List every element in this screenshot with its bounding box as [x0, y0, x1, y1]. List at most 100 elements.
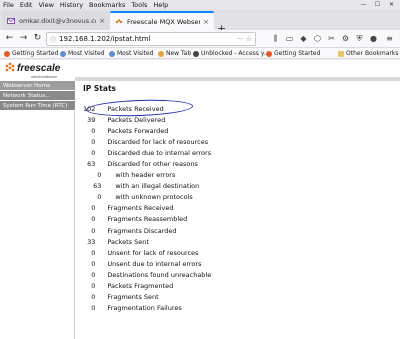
stat-label: Packets Sent [107, 237, 149, 246]
maximize-button[interactable]: ☐ [371, 0, 384, 9]
stat-row: 0 Destinations found unreachable [83, 269, 211, 280]
stat-value: 0 [91, 259, 96, 268]
bookmark-unblocked[interactable]: Unblocked - Access y... [193, 49, 269, 58]
gear-icon [109, 50, 115, 57]
ip-stats-table: 102 Packets Received 39 Packets Delivered 0 P… [83, 103, 211, 314]
stat-value: 0 [91, 270, 96, 279]
stat-row: 0 Unsent for lack of resources [83, 247, 211, 258]
page-actions-icon[interactable]: ··· [237, 35, 243, 43]
bookmark-label: Getting Started [12, 50, 59, 57]
stat-value: 63 [93, 182, 102, 191]
bookmark-label: Most Visited [68, 50, 105, 57]
minimize-button[interactable]: — [357, 0, 370, 9]
globe-icon [193, 50, 199, 57]
stat-row: 0 Unsent due to internal errors [83, 258, 211, 269]
extension-icon[interactable]: ◆ [298, 33, 309, 44]
stat-label: Fragments Reassembled [107, 215, 188, 224]
info-icon[interactable]: ⓘ [50, 35, 56, 44]
star-icon [158, 50, 164, 57]
nav-toolbar: ← → ↻ ⓘ 192.168.1.202/ipstat.html ··· ☆ … [0, 30, 400, 48]
stat-row: 0 Packets Fragmented [83, 281, 211, 292]
screenshot-icon[interactable]: ✂ [326, 33, 337, 44]
stat-value: 33 [87, 237, 96, 246]
sidebar-item-system-run-time[interactable]: System Run Time (RTC) [0, 101, 75, 111]
stat-value: 0 [91, 282, 96, 291]
freescale-logo: freescale semiconductor [3, 61, 73, 81]
bookmark-star-icon[interactable]: ☆ [246, 35, 252, 43]
stat-row: 0 Packets Forwarded [83, 125, 211, 136]
stat-label: Destinations found unreachable [107, 270, 212, 279]
stat-label: with header errors [115, 171, 176, 180]
bookmark-most-visited[interactable]: Most Visited [109, 49, 154, 58]
account-icon[interactable]: ● [368, 33, 379, 44]
stat-label: Discarded for other reasons [107, 160, 198, 169]
reload-icon[interactable]: ↻ [32, 33, 43, 44]
menu-bookmarks[interactable]: Bookmarks [89, 1, 125, 9]
stat-value: 39 [87, 115, 96, 124]
url-bar[interactable]: ⓘ 192.168.1.202/ipstat.html ··· ☆ [46, 32, 256, 46]
hamburger-menu-icon[interactable]: ≡ [384, 33, 395, 44]
bookmarks-bar: Getting Started Most Visited Most Visite… [0, 48, 400, 59]
stat-value: 0 [91, 137, 96, 146]
stat-label: Unsent due to internal errors [107, 259, 202, 268]
pocket-icon[interactable]: ⬡ [312, 33, 323, 44]
bookmark-label: Most Visited [117, 50, 154, 57]
other-bookmarks[interactable]: Other Bookmarks [338, 49, 398, 58]
tab-freescale-title: Freescale MQX Webserver [127, 17, 200, 26]
stat-row: 0 Fragments Reassembled [83, 214, 211, 225]
stat-label: Packets Forwarded [107, 126, 169, 135]
forward-icon[interactable]: → [18, 33, 29, 44]
close-tab-icon[interactable]: × [99, 17, 105, 25]
logo-text: freescale [17, 63, 61, 74]
stat-value: 0 [91, 304, 96, 313]
menu-tools[interactable]: Tools [131, 1, 147, 9]
sidebar-icon[interactable]: ▭ [284, 33, 295, 44]
menu-edit[interactable]: Edit [20, 1, 33, 9]
menu-bar: File Edit View History Bookmarks Tools H… [0, 0, 400, 9]
logo-subtext: semiconductor [31, 74, 58, 79]
stat-label: Fragments Received [107, 204, 174, 213]
stat-value: 0 [91, 293, 96, 302]
header-divider [75, 77, 400, 81]
stat-row: 0 with header errors [83, 170, 211, 181]
menu-help[interactable]: Help [153, 1, 168, 9]
stat-value: 0 [91, 226, 96, 235]
stat-label: Fragments Sent [107, 293, 159, 302]
stat-value: 63 [87, 160, 96, 169]
stat-value: 0 [97, 193, 102, 202]
bookmark-new-tab[interactable]: New Tab [158, 49, 191, 58]
shield-icon[interactable]: ⛨ [354, 33, 365, 44]
bookmark-getting-started[interactable]: Getting Started [266, 49, 320, 58]
stat-row: 0 Discarded due to internal errors [83, 147, 211, 158]
sidebar-item-network-status[interactable]: Network Status... [0, 91, 75, 101]
close-tab-icon[interactable]: × [203, 18, 209, 26]
stat-label: Fragments Discarded [107, 226, 177, 235]
ip-stats-body: 102 Packets Received 39 Packets Delivered 0 P… [83, 103, 211, 314]
library-icon[interactable]: ⫼ [270, 33, 281, 44]
mail-icon [7, 17, 15, 24]
main-content: IP Stats 102 Packets Received 39 Packets De… [83, 84, 393, 314]
bookmark-getting-started[interactable]: Getting Started [4, 49, 58, 58]
menu-view[interactable]: View [38, 1, 53, 9]
webpage: freescale semiconductor Webserver Home N… [0, 60, 400, 339]
stat-row: 0 Fragments Discarded [83, 225, 211, 236]
stat-value: 0 [91, 204, 96, 213]
tab-freescale[interactable]: Freescale MQX Webserver × [110, 11, 214, 30]
gear-icon[interactable]: ⚙ [340, 33, 351, 44]
bookmark-most-visited[interactable]: Most Visited [60, 49, 105, 58]
back-icon[interactable]: ← [4, 33, 15, 44]
tab-mail-title: omkar.dixit@v3novus.com - Y [19, 16, 96, 25]
stat-label: with an illegal destination [115, 182, 200, 191]
tab-mail[interactable]: omkar.dixit@v3novus.com - Y × [2, 11, 110, 30]
menu-file[interactable]: File [3, 1, 14, 9]
close-window-button[interactable]: ✕ [385, 0, 398, 9]
page-title: IP Stats [83, 84, 116, 93]
menu-history[interactable]: History [60, 1, 83, 9]
sidebar-item-webserver-home[interactable]: Webserver Home [0, 81, 75, 91]
stat-value: 0 [91, 148, 96, 157]
stat-label: Packets Fragmented [107, 282, 174, 291]
folder-icon [338, 50, 344, 57]
stat-row: 0 with unknown protocols [83, 192, 211, 203]
stat-row: 33 Packets Sent [83, 236, 211, 247]
url-text[interactable]: 192.168.1.202/ipstat.html [59, 35, 234, 43]
